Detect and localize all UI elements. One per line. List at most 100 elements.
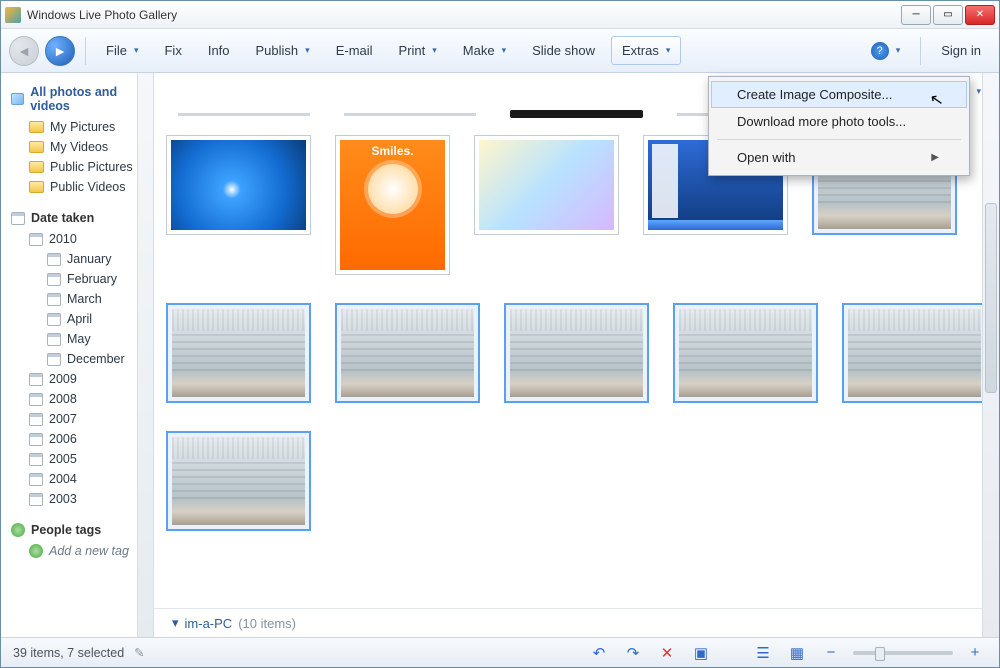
toolbar-separator — [920, 37, 921, 65]
folder-icon — [29, 181, 44, 193]
thumbnail-selected[interactable] — [504, 303, 649, 403]
publish-menu[interactable]: Publish — [246, 37, 320, 64]
thumbnail[interactable] — [166, 135, 311, 235]
thumbnail-selected[interactable] — [673, 303, 818, 403]
sidebar-year[interactable]: 2009 — [5, 369, 149, 389]
calendar-icon — [47, 313, 61, 326]
sidebar-year[interactable]: 2008 — [5, 389, 149, 409]
calendar-icon — [47, 253, 61, 266]
filter-dropdown[interactable] — [973, 83, 981, 97]
slideshow-button[interactable]: ▣ — [689, 643, 713, 663]
calendar-icon — [47, 353, 61, 366]
sidebar-year[interactable]: 2004 — [5, 469, 149, 489]
fix-menu[interactable]: Fix — [154, 37, 191, 64]
help-menu[interactable]: ? — [861, 36, 911, 66]
sidebar-year[interactable]: 2006 — [5, 429, 149, 449]
info-menu[interactable]: Info — [198, 37, 240, 64]
sidebar-my-pictures[interactable]: My Pictures — [5, 117, 149, 137]
sidebar: All photos and videos My Pictures My Vid… — [1, 73, 154, 637]
delete-button[interactable]: ✕ — [655, 643, 679, 663]
close-button[interactable]: ✕ — [965, 5, 995, 25]
sidebar-year-2010[interactable]: 2010 — [5, 229, 149, 249]
zoom-in-button[interactable]: + — [963, 643, 987, 663]
maximize-button[interactable]: ▭ — [933, 5, 963, 25]
help-icon: ? — [871, 42, 889, 60]
thumb-row — [166, 431, 987, 531]
sidebar-year[interactable]: 2005 — [5, 449, 149, 469]
sidebar-public-pictures[interactable]: Public Pictures — [5, 157, 149, 177]
group-count: (10 items) — [238, 616, 296, 631]
make-menu[interactable]: Make — [453, 37, 516, 64]
track — [344, 113, 476, 116]
group-header[interactable]: ▾ im-a-PC (10 items) — [154, 608, 999, 637]
sidebar-month[interactable]: May — [5, 329, 149, 349]
window-title: Windows Live Photo Gallery — [27, 8, 899, 22]
main-scrollbar[interactable] — [982, 73, 999, 637]
titlebar: Windows Live Photo Gallery ─ ▭ ✕ — [1, 1, 999, 29]
submenu-caret-icon: ▶ — [931, 152, 939, 163]
calendar-icon — [29, 233, 43, 246]
sidebar-all-photos[interactable]: All photos and videos — [5, 81, 149, 117]
sidebar-date-taken[interactable]: Date taken — [5, 207, 149, 229]
sidebar-month[interactable]: March — [5, 289, 149, 309]
folder-icon — [29, 121, 44, 133]
nav-forward-button[interactable]: ► — [45, 36, 75, 66]
sidebar-month[interactable]: January — [5, 249, 149, 269]
calendar-icon — [29, 373, 43, 386]
extras-menu[interactable]: Extras — [611, 36, 681, 65]
menu-separator — [717, 139, 961, 140]
sidebar-year[interactable]: 2007 — [5, 409, 149, 429]
minimize-button[interactable]: ─ — [901, 5, 931, 25]
calendar-icon — [11, 212, 25, 225]
thumbnail-selected[interactable] — [166, 431, 311, 531]
thumbnail-area — [154, 123, 999, 608]
signin-button[interactable]: Sign in — [931, 37, 991, 64]
track — [178, 113, 310, 116]
details-view-button[interactable]: ☰ — [751, 643, 775, 663]
rotate-left-button[interactable]: ↶ — [587, 643, 611, 663]
toolbar-separator — [85, 37, 86, 65]
menu-download-tools[interactable]: Download more photo tools... — [711, 108, 967, 135]
sidebar-scrollbar[interactable] — [137, 73, 153, 637]
sidebar-month[interactable]: April — [5, 309, 149, 329]
edit-status-icon: ✎ — [134, 645, 144, 660]
zoom-slider[interactable] — [853, 651, 953, 655]
app-icon — [5, 7, 21, 23]
collapse-icon: ▾ — [172, 615, 179, 631]
thumbnail[interactable] — [335, 135, 450, 275]
calendar-icon — [29, 453, 43, 466]
calendar-icon — [47, 333, 61, 346]
print-menu[interactable]: Print — [389, 37, 447, 64]
photos-icon — [11, 93, 24, 105]
thumbnail-selected[interactable] — [335, 303, 480, 403]
sidebar-add-tag[interactable]: Add a new tag — [5, 541, 149, 561]
slideshow-menu[interactable]: Slide show — [522, 37, 605, 64]
file-menu[interactable]: File — [96, 37, 148, 64]
calendar-icon — [29, 433, 43, 446]
sidebar-people-tags[interactable]: People tags — [5, 519, 149, 541]
calendar-icon — [29, 393, 43, 406]
status-bar: 39 items, 7 selected ✎ ↶ ↷ ✕ ▣ ☰ ▦ − + — [1, 637, 999, 667]
main-toolbar: ◄ ► File Fix Info Publish E-mail Print M… — [1, 29, 999, 73]
thumbnail-selected[interactable] — [842, 303, 987, 403]
track-active — [510, 110, 642, 118]
sidebar-public-videos[interactable]: Public Videos — [5, 177, 149, 197]
scrollbar-thumb[interactable] — [985, 203, 997, 393]
menu-open-with[interactable]: Open with▶ — [711, 144, 967, 171]
email-menu[interactable]: E-mail — [326, 37, 383, 64]
nav-back-button[interactable]: ◄ — [9, 36, 39, 66]
sidebar-my-videos[interactable]: My Videos — [5, 137, 149, 157]
calendar-icon — [29, 413, 43, 426]
thumbnail[interactable] — [474, 135, 619, 235]
thumbnail-selected[interactable] — [166, 303, 311, 403]
calendar-icon — [47, 273, 61, 286]
rotate-right-button[interactable]: ↷ — [621, 643, 645, 663]
sidebar-year[interactable]: 2003 — [5, 489, 149, 509]
person-add-icon — [29, 544, 43, 558]
calendar-icon — [29, 473, 43, 486]
thumbnails-view-button[interactable]: ▦ — [785, 643, 809, 663]
sidebar-month[interactable]: February — [5, 269, 149, 289]
zoom-out-button[interactable]: − — [819, 643, 843, 663]
window-controls: ─ ▭ ✕ — [899, 5, 995, 25]
sidebar-month[interactable]: December — [5, 349, 149, 369]
